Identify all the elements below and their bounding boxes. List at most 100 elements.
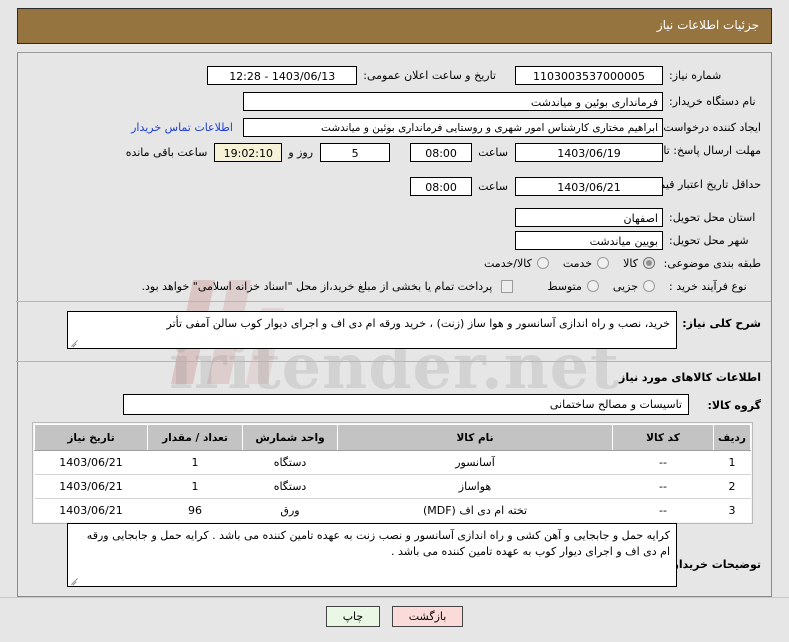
column-header-qty: تعداد / مقدار bbox=[147, 424, 243, 451]
cell-unit: دستگاه bbox=[242, 474, 338, 499]
announce-date-value: 12:28 - 1403/06/13 bbox=[207, 65, 358, 85]
treasury-checkbox-label: پرداخت تمام یا بخشی از مبلغ خرید،از محل … bbox=[141, 279, 493, 293]
table-row: 3 -- تخته ام دی اف (MDF) ورق 96 1403/06/… bbox=[34, 498, 751, 522]
price-validity-time-label: ساعت bbox=[478, 180, 508, 193]
classification-option-kala-label: کالا bbox=[623, 256, 638, 270]
column-header-row-no: ردیف bbox=[713, 424, 751, 451]
field-city: شهر محل تحویل: بویین میاندشت bbox=[515, 229, 761, 251]
cell-row-no: 1 bbox=[713, 450, 751, 475]
page-header: جزئیات اطلاعات نیاز bbox=[17, 8, 772, 44]
need-info-form: شماره نیاز: 1103003537000005 تاریخ و ساع… bbox=[16, 53, 771, 302]
province-value: اصفهان bbox=[515, 207, 663, 227]
classification-option-kala-khedmat[interactable]: کالا/خدمت bbox=[484, 257, 549, 270]
back-button[interactable]: بازگشت bbox=[391, 606, 464, 627]
table-row: 2 -- هواساز دستگاه 1 1403/06/21 bbox=[34, 474, 751, 499]
radio-icon-kala-khedmat[interactable] bbox=[536, 257, 549, 269]
remaining-days-label: روز و bbox=[288, 146, 314, 159]
buyer-notes-textarea[interactable]: کرایه حمل و جابجایی و آهن کشی و راه اندا… bbox=[67, 523, 677, 587]
checkbox-icon-treasury[interactable] bbox=[501, 279, 514, 293]
page-title: جزئیات اطلاعات نیاز bbox=[656, 18, 759, 32]
goods-table-container: ردیف کد کالا نام کالا واحد شمارش تعداد /… bbox=[32, 422, 753, 524]
column-header-unit: واحد شمارش bbox=[242, 424, 338, 451]
cell-code: -- bbox=[612, 450, 714, 475]
field-need-number: شماره نیاز: 1103003537000005 bbox=[515, 64, 761, 86]
buyer-notes-text: کرایه حمل و جابجایی و آهن کشی و راه اندا… bbox=[86, 529, 670, 558]
cell-unit: ورق bbox=[242, 498, 338, 522]
field-reply-deadline: مهلت ارسال پاسخ: تا تاریخ: 1403/06/19 سا… bbox=[126, 141, 761, 175]
goods-group-value-field[interactable]: تاسیسات و مصالح ساختمانی bbox=[123, 394, 689, 415]
cell-row-no: 2 bbox=[713, 474, 751, 499]
field-process-type: نوع فرآیند خرید : جزیی متوسط پرداخت تمام… bbox=[142, 275, 761, 297]
process-type-option-jozei-label: جزیی bbox=[612, 279, 638, 293]
city-label: شهر محل تحویل: bbox=[669, 233, 749, 247]
buyer-org-label: نام دستگاه خریدار: bbox=[669, 94, 756, 108]
process-type-label: نوع فرآیند خرید : bbox=[669, 279, 747, 293]
cell-code: -- bbox=[612, 498, 714, 522]
footer-actions: بازگشت چاپ bbox=[0, 606, 789, 627]
field-province: استان محل تحویل: اصفهان bbox=[515, 206, 761, 228]
price-validity-label: حداقل تاریخ اعتبار قیمت: تا تاریخ: bbox=[606, 178, 761, 191]
classification-option-kala-khedmat-label: کالا/خدمت bbox=[484, 256, 532, 270]
radio-icon-motevaset[interactable] bbox=[586, 280, 599, 292]
cell-code: -- bbox=[612, 474, 714, 499]
divider-form-bottom bbox=[16, 301, 771, 302]
price-validity-date: 1403/06/21 bbox=[515, 177, 663, 196]
remaining-clock-value: 19:02:10 bbox=[214, 143, 283, 162]
field-requester: ایجاد کننده درخواست: ابراهیم مختاری کارش… bbox=[131, 116, 761, 138]
description-text: خرید، نصب و راه اندازی آسانسور و هوا ساز… bbox=[166, 317, 670, 330]
goods-section-heading: اطلاعات کالاهای مورد نیاز bbox=[619, 371, 761, 384]
main-panel: شماره نیاز: 1103003537000005 تاریخ و ساع… bbox=[16, 52, 772, 597]
print-button[interactable]: چاپ bbox=[325, 606, 381, 627]
resize-grip-icon[interactable] bbox=[70, 337, 80, 347]
cell-qty: 96 bbox=[147, 498, 243, 522]
reply-deadline-date: 1403/06/19 bbox=[515, 143, 663, 162]
reply-deadline-time-label: ساعت bbox=[478, 146, 508, 159]
field-price-validity: حداقل تاریخ اعتبار قیمت: تا تاریخ: 1403/… bbox=[410, 175, 761, 209]
field-classification: طبقه بندی موضوعی: کالا خدمت کالا/خدمت bbox=[484, 252, 761, 274]
table-row: 1 -- آسانسور دستگاه 1 1403/06/21 bbox=[34, 450, 751, 475]
classification-option-khedmat[interactable]: خدمت bbox=[563, 257, 610, 270]
buyer-contact-link[interactable]: اطلاعات تماس خریدار bbox=[131, 121, 233, 134]
treasury-checkbox-group[interactable]: پرداخت تمام یا بخشی از مبلغ خرید،از محل … bbox=[141, 279, 514, 293]
resize-grip-icon[interactable] bbox=[70, 575, 80, 585]
process-type-option-motevaset[interactable]: متوسط bbox=[547, 280, 599, 293]
goods-group-label: گروه کالا: bbox=[707, 399, 761, 412]
process-type-option-jozei[interactable]: جزیی bbox=[613, 280, 655, 293]
field-buyer-org: نام دستگاه خریدار: فرمانداری بوئین و میا… bbox=[243, 90, 761, 112]
buyer-org-value: فرمانداری بوئین و میاندشت bbox=[243, 91, 663, 111]
radio-icon-kala[interactable] bbox=[643, 257, 655, 269]
requester-label: ایجاد کننده درخواست: bbox=[659, 120, 761, 134]
remaining-suffix-label: ساعت باقی مانده bbox=[125, 146, 208, 159]
description-label: شرح کلی نیاز: bbox=[682, 317, 761, 330]
reply-deadline-label: مهلت ارسال پاسخ: تا تاریخ: bbox=[634, 144, 761, 157]
province-label: استان محل تحویل: bbox=[669, 210, 756, 224]
cell-date: 1403/06/21 bbox=[34, 474, 148, 499]
cell-row-no: 3 bbox=[713, 498, 751, 522]
column-header-name: نام کالا bbox=[337, 424, 613, 451]
reply-deadline-time: 08:00 bbox=[410, 143, 473, 162]
radio-icon-khedmat[interactable] bbox=[597, 257, 610, 269]
cell-date: 1403/06/21 bbox=[34, 450, 148, 475]
description-textarea[interactable]: خرید، نصب و راه اندازی آسانسور و هوا ساز… bbox=[67, 311, 677, 349]
classification-option-kala[interactable]: کالا bbox=[623, 257, 655, 270]
cell-qty: 1 bbox=[147, 450, 243, 475]
divider-description-bottom bbox=[16, 361, 771, 362]
city-value: بویین میاندشت bbox=[515, 230, 663, 250]
divider-footer bbox=[0, 597, 789, 598]
buyer-notes-label: توضیحات خریدار: bbox=[668, 558, 761, 571]
goods-group-value: تاسیسات و مصالح ساختمانی bbox=[549, 398, 682, 411]
process-type-option-motevaset-label: متوسط bbox=[547, 279, 582, 293]
goods-table-header-row: ردیف کد کالا نام کالا واحد شمارش تعداد /… bbox=[34, 424, 751, 451]
classification-label: طبقه بندی موضوعی: bbox=[663, 256, 761, 270]
remaining-days-value: 5 bbox=[320, 143, 391, 162]
price-validity-time: 08:00 bbox=[410, 177, 473, 196]
need-number-value: 1103003537000005 bbox=[515, 65, 663, 85]
cell-unit: دستگاه bbox=[242, 450, 338, 475]
page-root: iritender.net جزئیات اطلاعات نیاز شماره … bbox=[0, 0, 789, 642]
goods-table: ردیف کد کالا نام کالا واحد شمارش تعداد /… bbox=[34, 424, 751, 522]
radio-icon-jozei[interactable] bbox=[643, 280, 655, 292]
cell-date: 1403/06/21 bbox=[34, 498, 148, 522]
cell-name: هواساز bbox=[337, 474, 613, 499]
need-number-label: شماره نیاز: bbox=[669, 68, 722, 82]
announce-date-label: تاریخ و ساعت اعلان عمومی: bbox=[363, 68, 496, 82]
